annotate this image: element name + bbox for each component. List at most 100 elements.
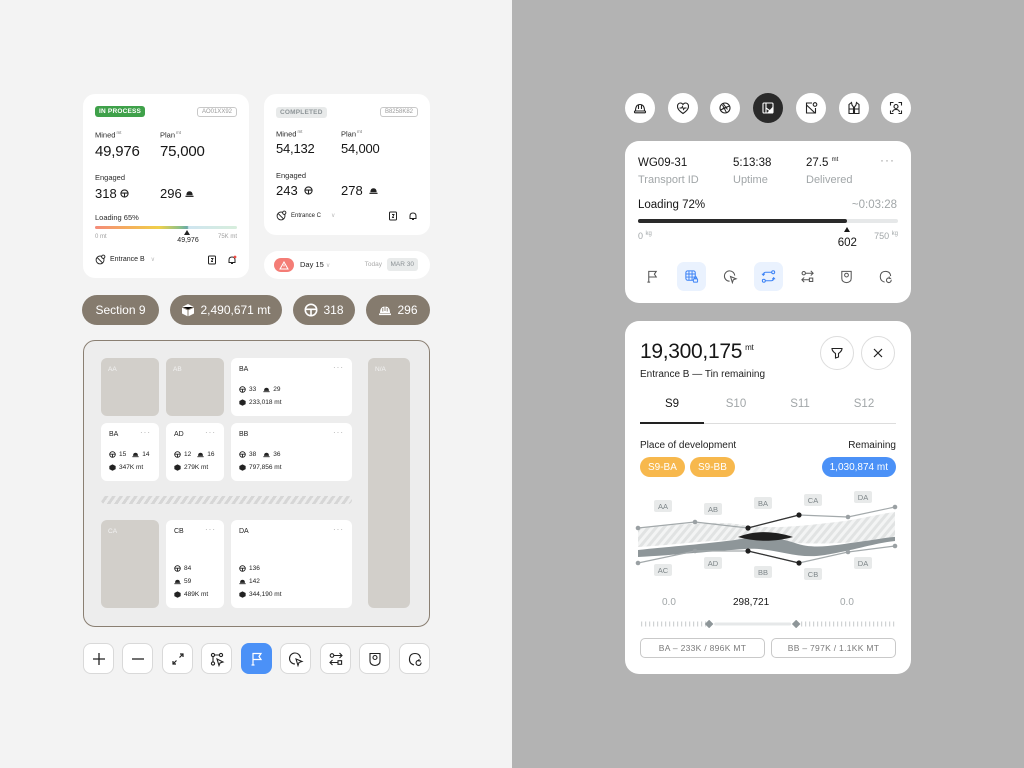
more-icon[interactable]: ··· xyxy=(333,428,344,437)
swap-icon xyxy=(328,652,343,665)
drivers-pill[interactable]: 318 xyxy=(293,295,355,325)
section-map[interactable]: AA AB BA ··· 33 29 233,018 mt BA ··· 15 … xyxy=(83,340,430,627)
mining-card-in-process[interactable]: IN PROCESS AO01XX92 Minedmt Planmt 49,97… xyxy=(83,94,249,278)
route-swap-tool[interactable] xyxy=(754,262,784,291)
section-pill[interactable]: Section 9 xyxy=(82,295,159,325)
refresh-button[interactable] xyxy=(399,643,430,674)
close-button[interactable] xyxy=(861,336,895,370)
map-cell[interactable]: BB ··· 38 36 797,856 mt xyxy=(231,423,352,481)
flag-button[interactable] xyxy=(241,643,272,674)
flow-node[interactable] xyxy=(745,548,751,554)
range-bb-button[interactable]: BB – 797K / 1.1KK MT xyxy=(771,638,896,658)
place-chip[interactable]: S9-BB xyxy=(690,457,735,477)
date-badge[interactable]: MAR 30 xyxy=(386,258,418,271)
tag-button[interactable] xyxy=(359,643,390,674)
map-pin-icon xyxy=(276,210,287,221)
flow-node[interactable] xyxy=(845,514,851,520)
expand-button[interactable] xyxy=(162,643,193,674)
remaining-card[interactable]: 19,300,175 mt Entrance B — Tin remaining … xyxy=(625,321,911,674)
flow-node[interactable] xyxy=(692,548,698,554)
entrance-selector[interactable]: Entrance B ∨ xyxy=(95,254,155,265)
map-cell-empty[interactable]: CA xyxy=(101,520,159,608)
swap-button[interactable] xyxy=(320,643,351,674)
route-button[interactable] xyxy=(201,643,232,674)
helmet-button[interactable] xyxy=(625,93,655,123)
slider-tick xyxy=(849,621,851,627)
load-current: 602 xyxy=(837,237,857,249)
slider-tick xyxy=(833,621,835,627)
refresh-location-icon xyxy=(879,270,892,284)
place-chip[interactable]: S9-BA xyxy=(640,457,685,477)
more-icon[interactable]: ··· xyxy=(333,525,344,534)
slider-tick xyxy=(825,621,827,627)
zoom-out-button[interactable] xyxy=(122,643,153,674)
tab-s11[interactable]: S11 xyxy=(768,398,832,423)
tab-s10[interactable]: S10 xyxy=(704,398,768,423)
minus-icon xyxy=(131,657,144,660)
today-label[interactable]: Today xyxy=(365,261,382,268)
bell-icon[interactable] xyxy=(227,255,237,265)
health-button[interactable] xyxy=(668,93,698,123)
mining-card-completed[interactable]: COMPLETED B8258K82 Minedmt Planmt 54,132… xyxy=(264,94,430,235)
transport-card[interactable]: WG09-31 Transport ID 5:13:38 Uptime 27.5… xyxy=(625,141,911,303)
flow-node[interactable] xyxy=(892,504,898,510)
flow-node[interactable] xyxy=(796,512,802,518)
zoom-in-button[interactable] xyxy=(83,643,114,674)
grid-lock-tool[interactable] xyxy=(676,262,706,291)
more-icon[interactable]: ··· xyxy=(205,525,216,534)
map-cell-empty[interactable]: AB xyxy=(166,358,224,416)
map-cell[interactable]: BA ··· 33 29 233,018 mt xyxy=(231,358,352,416)
flow-node[interactable] xyxy=(692,519,698,525)
map-cell[interactable]: BA ··· 15 14 347K mt xyxy=(101,423,159,481)
bell-icon[interactable] xyxy=(408,211,418,221)
flow-node[interactable] xyxy=(892,543,898,549)
map-cell[interactable]: CB ··· 84 59 489K mt xyxy=(166,520,224,608)
map-cell[interactable]: DA ··· 136 142 344,190 mt xyxy=(231,520,352,608)
expand-icon xyxy=(171,652,184,665)
map-cell-empty[interactable]: AA xyxy=(101,358,159,416)
more-icon[interactable]: ··· xyxy=(205,428,216,437)
map-cell-empty[interactable]: N/A xyxy=(368,358,410,608)
map-cell[interactable]: AD ··· 12 16 279K mt xyxy=(166,423,224,481)
tab-s12[interactable]: S12 xyxy=(832,398,896,423)
flow-value-right: 0.0 xyxy=(840,597,854,608)
face-scan-button[interactable] xyxy=(881,93,911,123)
flow-node[interactable] xyxy=(635,560,641,566)
report-icon[interactable] xyxy=(388,211,398,221)
more-icon[interactable]: ··· xyxy=(333,363,344,372)
more-options-icon[interactable]: ··· xyxy=(880,153,895,167)
range-slider[interactable] xyxy=(640,620,896,628)
tab-s9[interactable]: S9 xyxy=(640,398,704,424)
filter-button[interactable] xyxy=(820,336,854,370)
day-selector-card[interactable]: Day 15 ∨ Today MAR 30 xyxy=(264,251,430,279)
flow-node[interactable] xyxy=(745,525,751,531)
range-ba-button[interactable]: BA – 233K / 896K MT xyxy=(640,638,765,658)
select-button[interactable] xyxy=(280,643,311,674)
flow-node[interactable] xyxy=(845,549,851,555)
swap-tool[interactable] xyxy=(793,262,822,291)
flow-node[interactable] xyxy=(796,560,802,566)
aperture-button[interactable] xyxy=(710,93,740,123)
flag-tool[interactable] xyxy=(638,262,667,291)
more-icon[interactable]: ··· xyxy=(140,428,151,437)
map-pin-button[interactable] xyxy=(796,93,826,123)
tag-icon xyxy=(841,270,852,284)
slider-handle-right[interactable] xyxy=(791,620,801,628)
warning-icon[interactable] xyxy=(274,258,294,272)
flow-node[interactable] xyxy=(635,525,641,531)
mass-pill[interactable]: 2,490,671 mt xyxy=(170,295,282,325)
refresh-location-icon xyxy=(408,652,422,666)
layout-button[interactable] xyxy=(753,93,783,123)
refresh-tool[interactable] xyxy=(871,262,900,291)
day-dropdown[interactable]: Day 15 ∨ xyxy=(300,260,330,269)
slider-handle-left[interactable] xyxy=(704,620,714,628)
select-tool[interactable] xyxy=(716,262,745,291)
vest-button[interactable] xyxy=(839,93,869,123)
report-icon[interactable] xyxy=(207,255,217,265)
entrance-selector[interactable]: Entrance C ∨ xyxy=(276,210,335,221)
section-tabs: S9 S10 S11 S12 xyxy=(640,398,896,424)
map-pin-icon xyxy=(805,102,818,114)
workers-pill[interactable]: 296 xyxy=(366,295,430,325)
slider-tick xyxy=(861,621,863,627)
tag-tool[interactable] xyxy=(832,262,861,291)
